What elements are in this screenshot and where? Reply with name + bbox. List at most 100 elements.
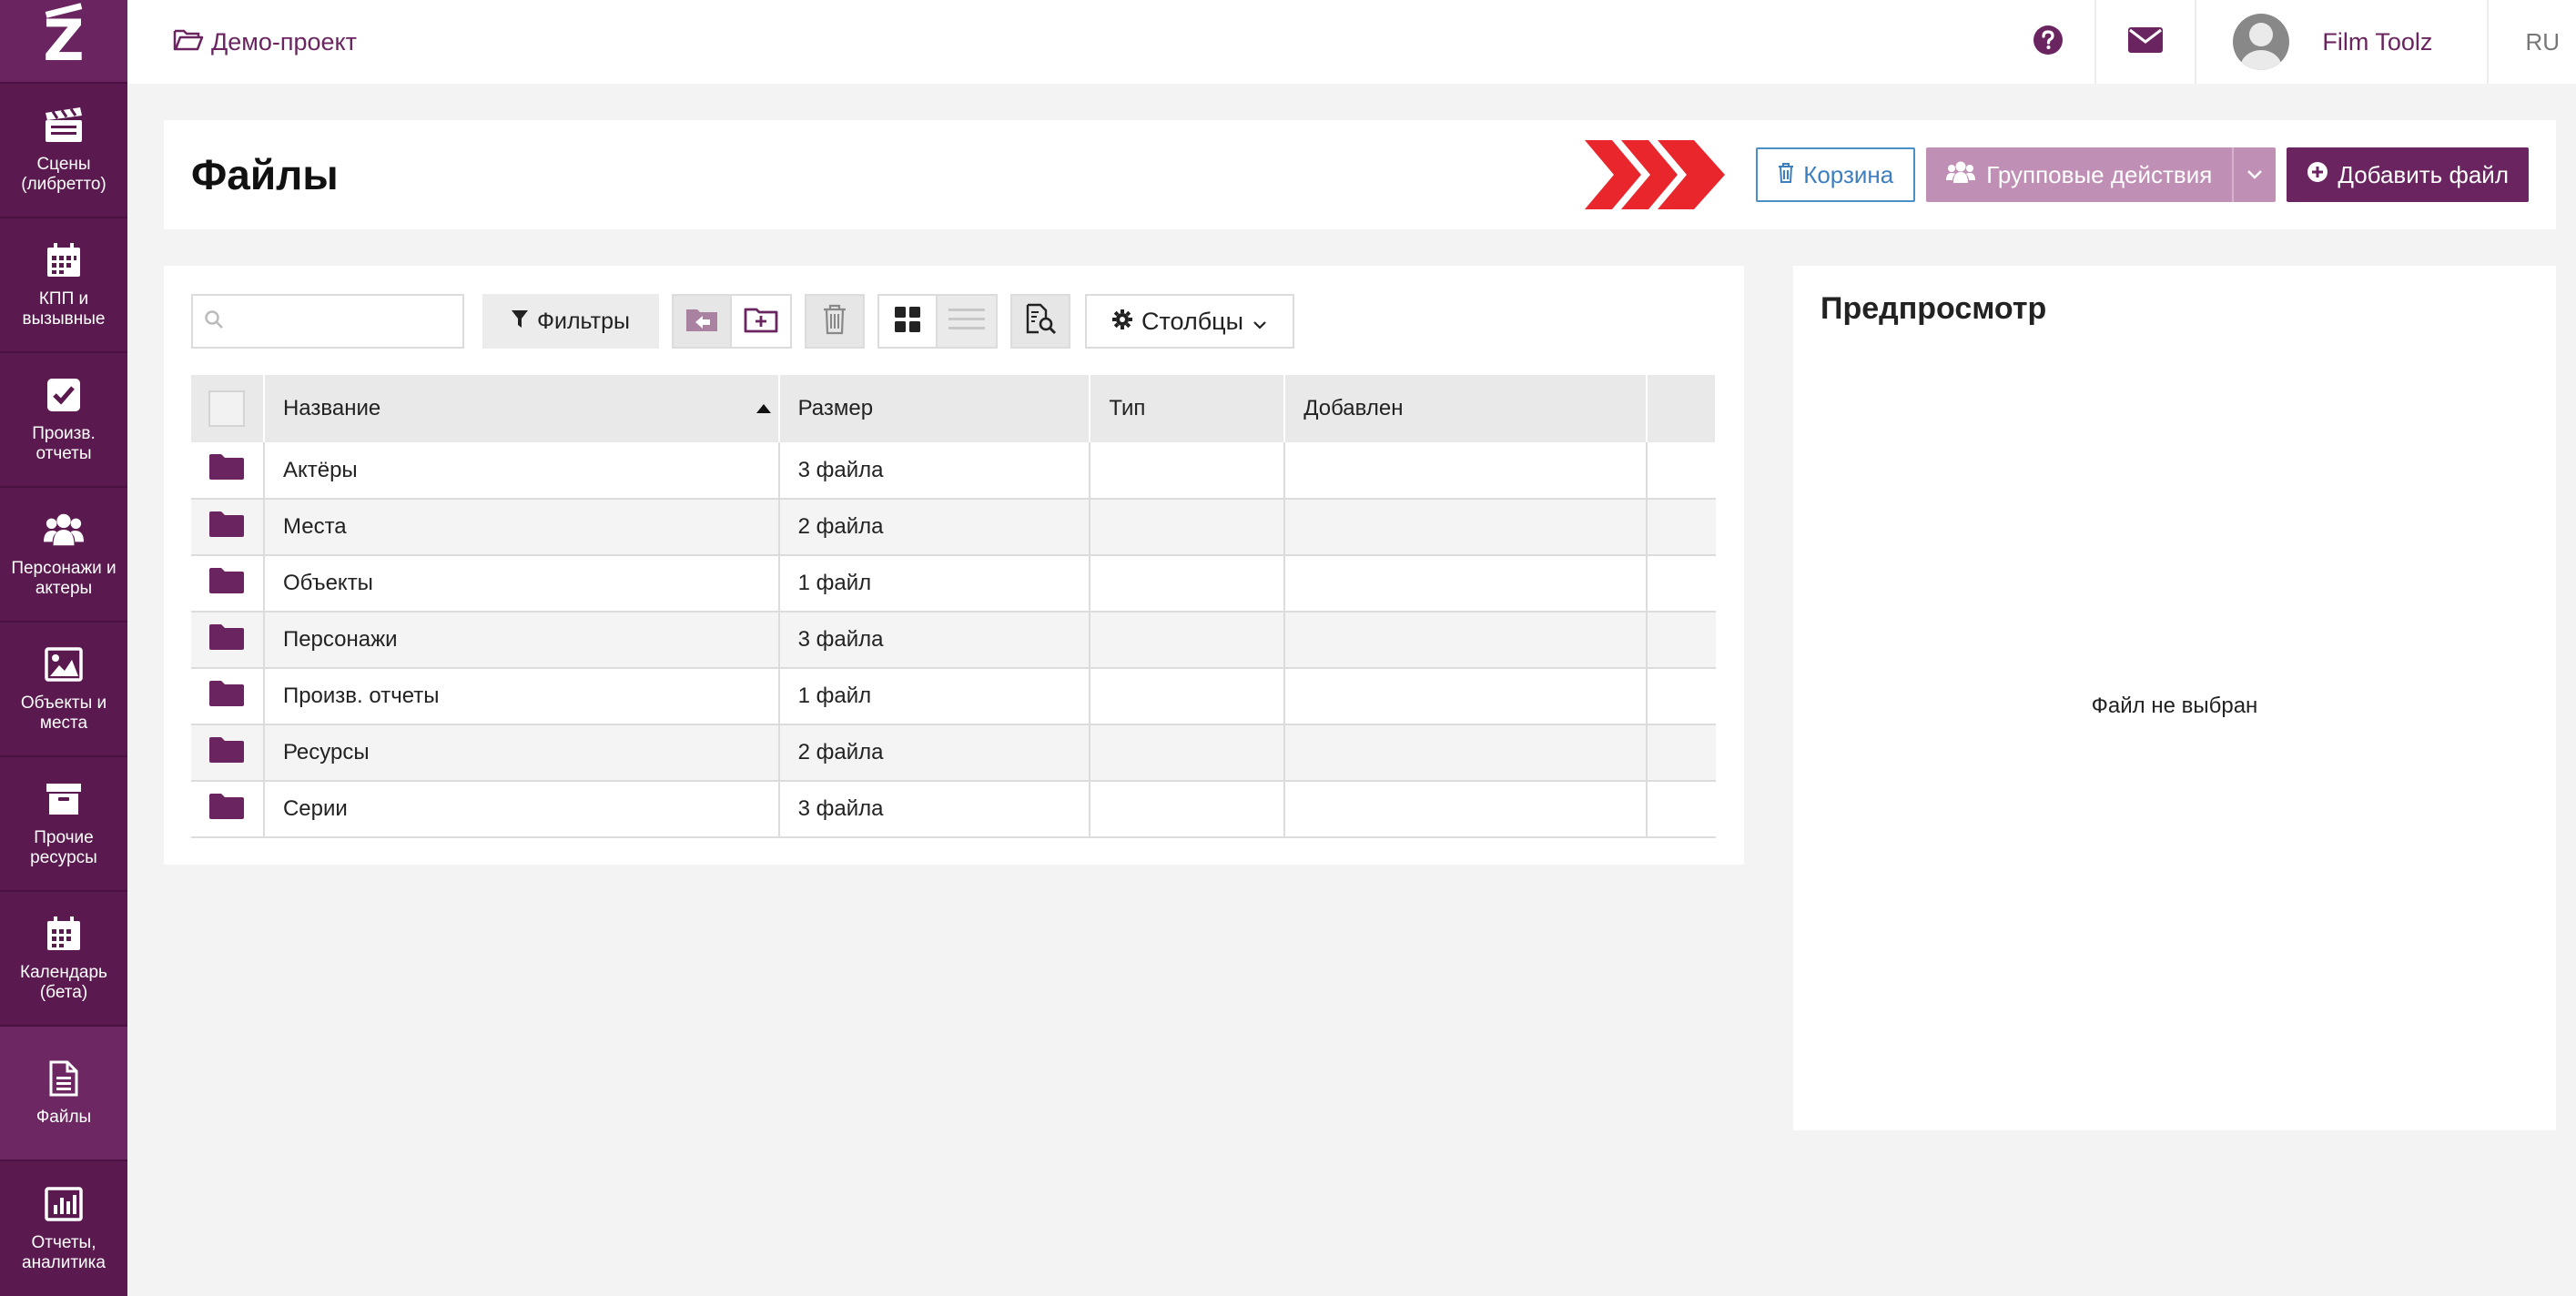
preview-toggle-button[interactable] xyxy=(1009,294,1070,349)
user-menu[interactable]: Film Toolz xyxy=(2195,0,2487,84)
sidebar-item-files[interactable]: Файлы xyxy=(0,1027,127,1161)
new-folder-button[interactable] xyxy=(731,294,792,349)
filters-button[interactable]: Фильтры xyxy=(482,294,659,349)
grid-view-button[interactable] xyxy=(877,294,938,349)
folder-plus-icon xyxy=(744,306,778,338)
column-header-extra xyxy=(1647,375,1717,442)
group-actions-button[interactable]: Групповые действия xyxy=(1926,147,2277,202)
table-row[interactable]: Объекты 1 файл xyxy=(191,555,1716,613)
image-icon xyxy=(44,644,84,684)
cell-name[interactable]: Серии xyxy=(263,781,780,838)
folder-back-icon xyxy=(685,306,719,338)
language-switcher[interactable]: RU xyxy=(2487,0,2576,84)
cell-type xyxy=(1090,781,1286,838)
envelope-icon xyxy=(2127,26,2164,58)
table-row[interactable]: Серии 3 файла xyxy=(191,781,1716,838)
trash-button[interactable]: Корзина xyxy=(1756,147,1916,202)
sidebar-item-resources[interactable]: Прочие ресурсы xyxy=(0,757,127,892)
project-name: Демо-проект xyxy=(211,27,358,56)
chevron-down-icon[interactable] xyxy=(2232,147,2276,202)
cell-size: 2 файла xyxy=(778,724,1091,782)
filter-icon xyxy=(512,309,528,335)
column-header-added[interactable]: Добавлен xyxy=(1284,375,1648,442)
avatar xyxy=(2233,14,2290,70)
bar-chart-icon xyxy=(44,1184,84,1224)
cell-extra xyxy=(1647,724,1716,782)
table-row[interactable]: Актёры 3 файла xyxy=(191,442,1716,500)
cell-type xyxy=(1090,612,1286,669)
cell-name[interactable]: Ресурсы xyxy=(263,724,780,782)
sidebar-item-calendar[interactable]: Календарь (бета) xyxy=(0,892,127,1027)
view-tools xyxy=(877,294,998,349)
folder-icon xyxy=(208,680,245,713)
sidebar-label-callsheets: КПП и вызывные xyxy=(22,289,106,329)
table-row[interactable]: Персонажи 3 файла xyxy=(191,612,1716,669)
calendar-icon xyxy=(44,914,84,954)
page-title: Файлы xyxy=(191,151,339,198)
sidebar-item-reports[interactable]: Произв. отчеты xyxy=(0,353,127,488)
cell-extra xyxy=(1647,612,1716,669)
column-header-type[interactable]: Тип xyxy=(1090,375,1286,442)
trash-icon xyxy=(1778,161,1794,189)
sidebar-item-scenes[interactable]: Сцены (либретто) xyxy=(0,84,127,218)
select-all-checkbox[interactable] xyxy=(208,390,246,427)
preview-empty-message: Файл не выбран xyxy=(2091,694,2258,718)
folder-icon-cell xyxy=(191,499,265,556)
folder-tools xyxy=(671,294,792,349)
cell-added xyxy=(1284,781,1648,838)
cell-name[interactable]: Актёры xyxy=(263,442,780,500)
sidebar-item-characters[interactable]: Персонажи и актеры xyxy=(0,488,127,623)
folder-up-button[interactable] xyxy=(671,294,732,349)
folder-icon xyxy=(208,567,245,600)
column-header-size[interactable]: Размер xyxy=(778,375,1091,442)
sidebar-item-callsheets[interactable]: КПП и вызывные xyxy=(0,218,127,353)
calendar-grid-icon xyxy=(44,240,84,280)
search-box[interactable] xyxy=(191,294,464,349)
delete-tools xyxy=(804,294,865,349)
preview-panel: Предпросмотр Файл не выбран xyxy=(1793,266,2556,1130)
clapperboard-icon xyxy=(44,106,84,146)
search-input[interactable] xyxy=(231,309,450,334)
gear-icon xyxy=(1111,308,1132,336)
top-bar: Демо-проект Film Toolz RU xyxy=(127,0,2576,84)
project-link[interactable]: Демо-проект xyxy=(173,27,357,57)
column-header-name[interactable]: Название xyxy=(263,375,780,442)
folder-icon-cell xyxy=(191,724,265,782)
select-all-cell xyxy=(191,375,265,442)
chevron-arrows-icon xyxy=(1585,140,1727,209)
preview-tools xyxy=(1009,294,1070,349)
delete-button[interactable] xyxy=(804,294,865,349)
files-panel: Фильтры Столбцы Название Размер Тип Доба… xyxy=(164,266,1744,865)
logo-mark: Z xyxy=(43,7,85,74)
columns-label: Столбцы xyxy=(1141,307,1244,335)
help-button[interactable] xyxy=(2002,0,2094,84)
folder-icon-cell xyxy=(191,442,265,500)
table-row[interactable]: Места 2 файла xyxy=(191,499,1716,556)
app-logo[interactable]: Z xyxy=(0,0,127,84)
sidebar-label-characters: Персонажи и актеры xyxy=(11,559,117,598)
sidebar-item-objects[interactable]: Объекты и места xyxy=(0,623,127,757)
columns-button[interactable]: Столбцы xyxy=(1084,294,1295,349)
archive-icon xyxy=(44,779,84,819)
cell-name[interactable]: Места xyxy=(263,499,780,556)
sort-asc-icon xyxy=(756,404,771,413)
cell-size: 3 файла xyxy=(778,612,1091,669)
table-row[interactable]: Ресурсы 2 файла xyxy=(191,724,1716,782)
page-header: Файлы Корзина Групповые действия Добавит… xyxy=(164,120,2556,229)
sidebar-item-analytics[interactable]: Отчеты, аналитика xyxy=(0,1161,127,1296)
sidebar-label-objects: Объекты и места xyxy=(20,694,107,733)
cell-name[interactable]: Объекты xyxy=(263,555,780,613)
cell-name[interactable]: Произв. отчеты xyxy=(263,668,780,725)
add-file-button[interactable]: Добавить файл xyxy=(2287,147,2529,202)
cell-type xyxy=(1090,442,1286,500)
cell-extra xyxy=(1647,668,1716,725)
sidebar-label-files: Файлы xyxy=(35,1108,92,1127)
file-icon xyxy=(44,1058,84,1099)
folder-icon xyxy=(208,793,245,825)
table-row[interactable]: Произв. отчеты 1 файл xyxy=(191,668,1716,725)
sidebar-label-calendar: Календарь (бета) xyxy=(20,963,107,1002)
cell-name[interactable]: Персонажи xyxy=(263,612,780,669)
folder-icon-cell xyxy=(191,555,265,613)
list-view-button[interactable] xyxy=(937,294,998,349)
messages-button[interactable] xyxy=(2094,0,2195,84)
